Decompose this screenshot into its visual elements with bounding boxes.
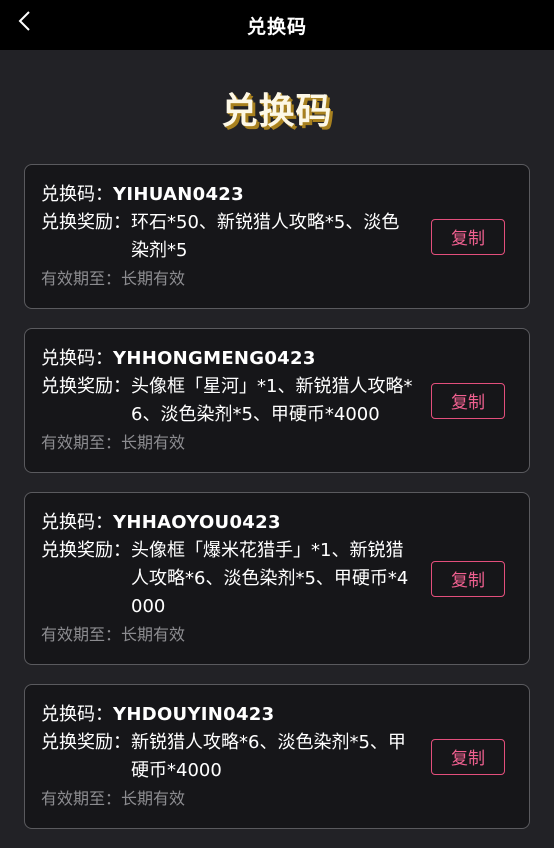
top-bar: 兑换码 (0, 0, 554, 50)
copy-button[interactable]: 复制 (431, 738, 505, 775)
copy-button[interactable]: 复制 (431, 560, 505, 597)
reward-text: 头像框「星河」*1、新锐猎人攻略*6、淡色染剂*5、甲硬币*4000 (131, 376, 413, 425)
code-row: 兑换码： YHDOUYIN0423 (41, 701, 529, 729)
code-list: 兑换码： YIHUAN0423 兑换奖励： 环石*50、新锐猎人攻略*5、淡色染… (24, 164, 530, 848)
chevron-left-icon (18, 11, 30, 31)
valid-value: 长期有效 (121, 269, 186, 288)
reward-row: 兑换奖励： 新锐猎人攻略*6、淡色染剂*5、甲硬币*4000 (41, 729, 417, 785)
valid-label: 有效期至： (41, 789, 122, 808)
valid-row: 有效期至：长期有效 (41, 266, 529, 292)
code-value: YHHONGMENG0423 (113, 348, 316, 369)
back-button[interactable] (12, 9, 38, 35)
reward-text: 新锐猎人攻略*6、淡色染剂*5、甲硬币*4000 (131, 732, 406, 781)
valid-label: 有效期至： (41, 625, 122, 644)
reward-label: 兑换奖励： (41, 212, 131, 233)
reward-text: 环石*50、新锐猎人攻略*5、淡色染剂*5 (131, 212, 400, 261)
code-card: 兑换码： YHDOUYIN0423 兑换奖励： 新锐猎人攻略*6、淡色染剂*5、… (24, 684, 530, 829)
valid-row: 有效期至：长期有效 (41, 786, 529, 812)
valid-value: 长期有效 (121, 789, 186, 808)
code-label: 兑换码： (41, 184, 113, 205)
page-title: 兑换码 (221, 91, 333, 132)
code-value: YIHUAN0423 (113, 184, 244, 205)
code-label: 兑换码： (41, 704, 113, 725)
reward-row: 兑换奖励： 头像框「爆米花猎手」*1、新锐猎人攻略*6、淡色染剂*5、甲硬币*4… (41, 537, 417, 621)
reward-row: 兑换奖励： 头像框「星河」*1、新锐猎人攻略*6、淡色染剂*5、甲硬币*4000 (41, 373, 417, 429)
code-label: 兑换码： (41, 512, 113, 533)
code-row: 兑换码： YHHONGMENG0423 (41, 345, 529, 373)
valid-label: 有效期至： (41, 269, 122, 288)
reward-label: 兑换奖励： (41, 376, 131, 397)
valid-row: 有效期至：长期有效 (41, 622, 529, 648)
reward-label: 兑换奖励： (41, 540, 131, 561)
copy-button[interactable]: 复制 (431, 218, 505, 255)
header-title: 兑换码 (246, 15, 307, 38)
reward-label: 兑换奖励： (41, 732, 131, 753)
reward-row: 兑换奖励： 环石*50、新锐猎人攻略*5、淡色染剂*5 (41, 209, 417, 265)
copy-button[interactable]: 复制 (431, 382, 505, 419)
code-label: 兑换码： (41, 348, 113, 369)
valid-value: 长期有效 (121, 625, 186, 644)
code-card: 兑换码： YHHAOYOU0423 兑换奖励： 头像框「爆米花猎手」*1、新锐猎… (24, 492, 530, 665)
valid-value: 长期有效 (121, 433, 186, 452)
valid-row: 有效期至：长期有效 (41, 430, 529, 456)
valid-label: 有效期至： (41, 433, 122, 452)
code-card: 兑换码： YIHUAN0423 兑换奖励： 环石*50、新锐猎人攻略*5、淡色染… (24, 164, 530, 309)
code-value: YHDOUYIN0423 (113, 704, 275, 725)
code-row: 兑换码： YHHAOYOU0423 (41, 509, 529, 537)
code-row: 兑换码： YIHUAN0423 (41, 181, 529, 209)
code-card: 兑换码： YHHONGMENG0423 兑换奖励： 头像框「星河」*1、新锐猎人… (24, 328, 530, 473)
code-value: YHHAOYOU0423 (113, 512, 281, 533)
reward-text: 头像框「爆米花猎手」*1、新锐猎人攻略*6、淡色染剂*5、甲硬币*4000 (131, 540, 409, 617)
